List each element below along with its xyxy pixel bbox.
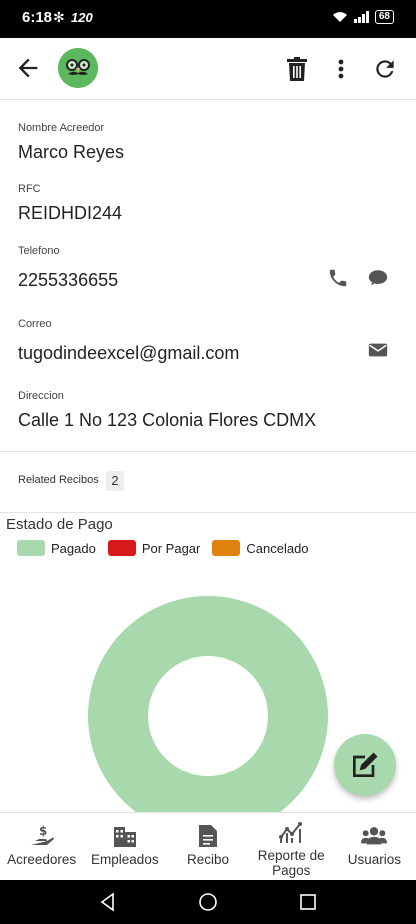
nav-label: Recibo	[186, 852, 230, 867]
home-circle-icon[interactable]	[196, 890, 220, 914]
app-bar	[0, 38, 416, 100]
message-icon[interactable]	[367, 267, 389, 289]
related-recibos-count[interactable]: 2	[106, 471, 124, 491]
bottom-nav: $ Acreedores Empleados Recibo Reporte de…	[0, 812, 416, 880]
signal-icon	[353, 11, 369, 23]
nombre-label: Nombre Acreedor	[18, 122, 105, 134]
back-triangle-icon[interactable]	[96, 890, 120, 914]
correo-value: tugodindeexcel@gmail.com	[18, 343, 240, 363]
divider	[0, 512, 416, 513]
legend-label: Cancelado	[246, 540, 309, 556]
status-indicators: 68	[332, 10, 394, 24]
nav-label: Acreedores	[7, 852, 77, 867]
legend-item-pagado[interactable]: Pagado	[17, 540, 96, 556]
telefono-label: Telefono	[18, 245, 60, 257]
avatar[interactable]	[58, 48, 98, 88]
nav-item-acreedores[interactable]: $ Acreedores	[0, 813, 83, 880]
chart-legend: Pagado Por Pagar Cancelado	[17, 540, 321, 556]
nav-item-empleados[interactable]: Empleados	[83, 813, 166, 880]
document-icon	[195, 823, 221, 849]
status-bar: 6:18 ✻ 120 68	[0, 0, 416, 38]
legend-swatch	[17, 540, 45, 556]
nav-item-recibo[interactable]: Recibo	[166, 813, 249, 880]
legend-item-por-pagar[interactable]: Por Pagar	[107, 540, 201, 556]
system-nav-bar	[0, 880, 416, 924]
wifi-icon	[332, 12, 347, 22]
nav-item-usuarios[interactable]: Usuarios	[333, 813, 416, 880]
chart-title: Estado de Pago	[6, 516, 113, 533]
phone-icon[interactable]	[327, 267, 349, 289]
nav-item-reporte-de-pagos[interactable]: Reporte de Pagos	[250, 813, 333, 880]
recents-square-icon[interactable]	[296, 890, 320, 914]
refresh-icon[interactable]	[370, 54, 400, 84]
pie-slice-pagado[interactable]	[88, 596, 328, 812]
rfc-label: RFC	[18, 183, 41, 195]
legend-swatch	[212, 540, 241, 556]
building-icon	[112, 823, 138, 849]
rfc-value: REIDHDI244	[18, 203, 123, 223]
hand-dollar-icon: $	[29, 823, 55, 849]
glasses-mustache-avatar	[58, 48, 98, 88]
email-icon[interactable]	[367, 339, 389, 361]
more-vert-icon[interactable]	[326, 54, 356, 84]
refresh-rate: 120	[71, 10, 93, 25]
battery-icon: 68	[374, 10, 394, 24]
direccion-label: Direccion	[18, 390, 64, 402]
legend-item-cancelado[interactable]: Cancelado	[212, 540, 309, 556]
nav-label: Reporte de Pagos	[257, 848, 325, 878]
back-arrow-icon[interactable]	[14, 54, 42, 82]
status-time: 6:18	[22, 9, 53, 26]
legend-label: Pagado	[51, 540, 96, 556]
related-recibos-label: Related Recibos	[18, 474, 99, 486]
edit-icon	[353, 752, 378, 777]
direccion-value: Calle 1 No 123 Colonia Flores CDMX	[18, 410, 317, 430]
legend-swatch	[107, 540, 136, 556]
nombre-value: Marco Reyes	[18, 142, 125, 162]
chart-line-icon	[278, 819, 304, 845]
nav-label: Empleados	[91, 852, 159, 867]
svg-text:$: $	[39, 824, 47, 838]
fan-icon: ✻	[53, 9, 65, 25]
nav-label: Usuarios	[347, 852, 402, 867]
divider	[0, 451, 416, 452]
telefono-value: 2255336655	[18, 270, 119, 290]
trash-icon[interactable]	[282, 54, 312, 84]
edit-fab[interactable]	[334, 734, 396, 796]
legend-label: Por Pagar	[141, 540, 201, 556]
users-icon	[361, 823, 388, 849]
correo-label: Correo	[18, 318, 52, 330]
